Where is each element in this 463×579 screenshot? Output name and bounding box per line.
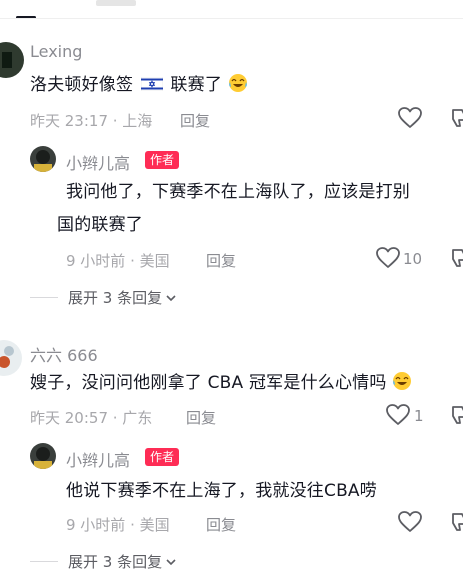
comment-timestamp: 昨天 23:17 · 上海 xyxy=(30,112,153,130)
dislike-icon[interactable] xyxy=(448,403,463,427)
reply-button[interactable]: 回复 xyxy=(186,407,216,428)
tab-ghost xyxy=(96,0,136,6)
reply-button[interactable]: 回复 xyxy=(206,514,236,535)
chevron-down-icon xyxy=(164,555,178,569)
laughing-crying-emoji-icon xyxy=(228,73,248,93)
chevron-down-icon xyxy=(164,291,178,305)
reply-button[interactable]: 回复 xyxy=(206,250,236,271)
reply-username[interactable]: 小辫儿高 xyxy=(66,150,130,174)
comment-text-main: 洛夫顿好像签 xyxy=(30,75,134,95)
reply-button[interactable]: 回复 xyxy=(180,110,210,131)
comment-text-suffix: 联赛了 xyxy=(170,75,223,95)
expand-line xyxy=(30,561,58,562)
author-badge: 作者 xyxy=(145,151,180,169)
comment-timestamp: 昨天 20:57 · 广东 xyxy=(30,409,153,427)
expand-replies-button[interactable]: 展开 3 条回复 xyxy=(30,287,178,308)
heart-icon[interactable] xyxy=(398,511,422,533)
expand-replies-label: 展开 3 条回复 xyxy=(68,553,163,571)
dislike-icon[interactable] xyxy=(448,106,463,130)
expand-replies-button[interactable]: 展开 3 条回复 xyxy=(30,551,178,572)
comment-text: 洛夫顿好像签 联赛了 xyxy=(30,70,248,100)
comment-text-main: 嫂子，没问问他刚拿了 CBA 冠军是什么心情吗 xyxy=(30,373,387,393)
reply-timestamp: 9 小时前 · 美国 xyxy=(66,516,170,534)
heart-icon[interactable] xyxy=(386,404,410,426)
reply-text-line: 国的联赛了 xyxy=(57,215,143,235)
top-bar xyxy=(0,0,463,24)
avatar[interactable] xyxy=(30,443,56,469)
expand-line xyxy=(30,297,58,298)
reply-text-line: 我问他了，下赛季不在上海队了，应该是打别 xyxy=(66,182,410,202)
dislike-icon[interactable] xyxy=(448,246,463,270)
laughing-crying-emoji-icon xyxy=(392,371,412,391)
avatar[interactable] xyxy=(0,340,22,376)
heart-icon[interactable] xyxy=(376,247,400,269)
expand-replies-label: 展开 3 条回复 xyxy=(68,289,163,307)
comment-username[interactable]: Lexing xyxy=(30,42,82,61)
like-count: 1 xyxy=(414,407,424,425)
avatar[interactable] xyxy=(30,146,56,172)
heart-icon[interactable] xyxy=(398,107,422,129)
avatar[interactable] xyxy=(0,42,24,78)
comment-username[interactable]: 六六 666 xyxy=(30,342,98,366)
dislike-icon[interactable] xyxy=(448,510,463,534)
top-divider xyxy=(0,18,463,19)
israel-flag-icon xyxy=(140,71,164,92)
reply-timestamp: 9 小时前 · 美国 xyxy=(66,252,170,270)
comment-text: 嫂子，没问问他刚拿了 CBA 冠军是什么心情吗 xyxy=(30,368,412,398)
reply-username[interactable]: 小辫儿高 xyxy=(66,447,130,471)
reply-text-line: 他说下赛季不在上海了，我就没往CBA唠 xyxy=(66,481,377,501)
like-count: 10 xyxy=(403,250,423,268)
author-badge: 作者 xyxy=(145,448,180,466)
